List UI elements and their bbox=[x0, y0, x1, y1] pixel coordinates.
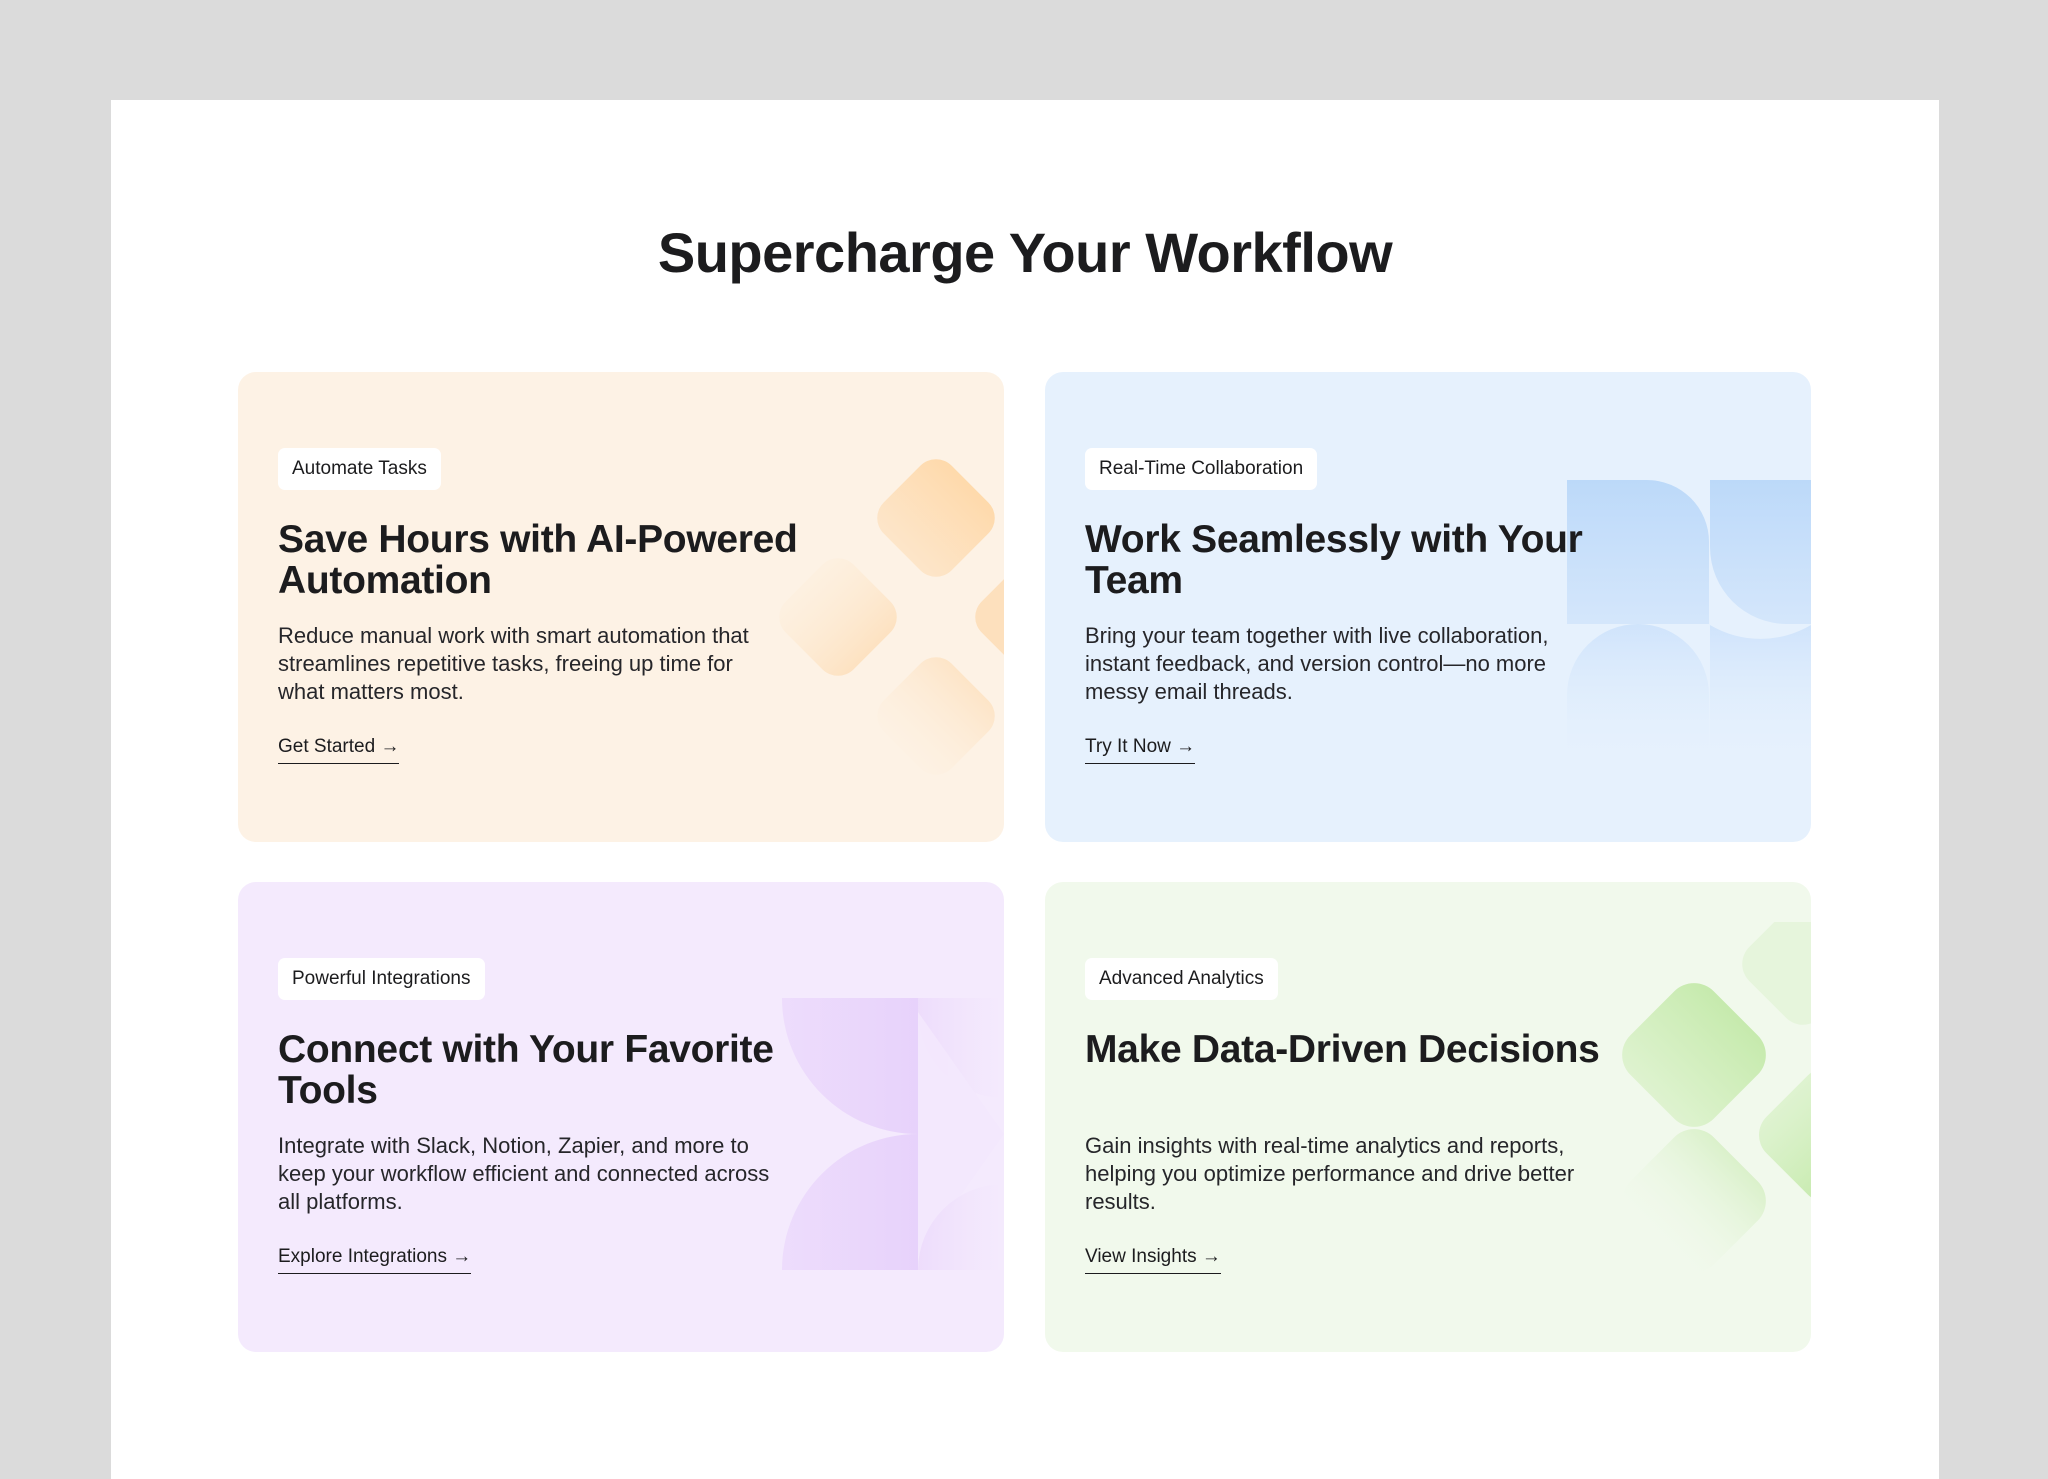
quarter-shape-bottom-left bbox=[1567, 624, 1709, 770]
card-description: Integrate with Slack, Notion, Zapier, an… bbox=[278, 1133, 770, 1214]
diamond-shape-top bbox=[877, 459, 995, 577]
feature-card-analytics: Advanced Analytics Make Data-Driven Deci… bbox=[1045, 882, 1811, 1352]
card-description: Reduce manual work with smart automation… bbox=[278, 623, 749, 704]
card-title: Save Hours with AI-Powered Automation bbox=[278, 518, 798, 602]
try-it-now-link[interactable]: Try It Now → bbox=[1085, 734, 1196, 764]
diamond-shape-lower bbox=[1622, 1129, 1766, 1273]
section-heading: Supercharge Your Workflow bbox=[657, 221, 1393, 284]
feature-card-integrations: Powerful Integrations Connect with Your … bbox=[238, 882, 1004, 1352]
diamond-stack-graphic bbox=[1622, 922, 1811, 1273]
badge-automate-tasks: Automate Tasks bbox=[278, 448, 441, 490]
card-description: Gain insights with real-time analytics a… bbox=[1085, 1133, 1575, 1214]
view-insights-link[interactable]: View Insights → bbox=[1085, 1244, 1221, 1274]
badge-real-time-collaboration: Real-Time Collaboration bbox=[1085, 448, 1318, 490]
get-started-link[interactable]: Get Started → bbox=[278, 734, 400, 764]
diamond-shape-top-faint bbox=[1742, 922, 1811, 1025]
diamond-cluster-graphic bbox=[779, 459, 1004, 775]
card-title: Connect with Your Favorite Tools bbox=[278, 1028, 774, 1112]
card-description: Bring your team together with live colla… bbox=[1085, 623, 1549, 704]
badge-advanced-analytics: Advanced Analytics bbox=[1085, 958, 1278, 1000]
quarter-shape-top-right bbox=[1710, 480, 1811, 624]
diamond-shape-upper bbox=[1622, 983, 1766, 1127]
feature-card-automation: Automate Tasks Save Hours with AI-Powere… bbox=[238, 372, 1004, 842]
half-shape-top-left bbox=[782, 998, 918, 1134]
card-title: Work Seamlessly with Your Team bbox=[1085, 518, 1583, 602]
page-container: Supercharge Your Workflow Automate Tasks… bbox=[111, 100, 1939, 1479]
diamond-shape-right bbox=[975, 558, 1004, 676]
half-circles-graphic bbox=[782, 998, 1004, 1270]
quarter-shape-bottom-right bbox=[1710, 625, 1811, 770]
half-shape-bottom-left bbox=[782, 1134, 918, 1270]
card-title: Make Data-Driven Decisions bbox=[1085, 1028, 1600, 1071]
explore-integrations-link[interactable]: Explore Integrations → bbox=[278, 1244, 472, 1274]
feature-card-collaboration: Real-Time Collaboration Work Seamlessly … bbox=[1045, 372, 1811, 842]
diamond-shape-bottom bbox=[877, 657, 995, 775]
badge-powerful-integrations: Powerful Integrations bbox=[278, 958, 485, 1000]
